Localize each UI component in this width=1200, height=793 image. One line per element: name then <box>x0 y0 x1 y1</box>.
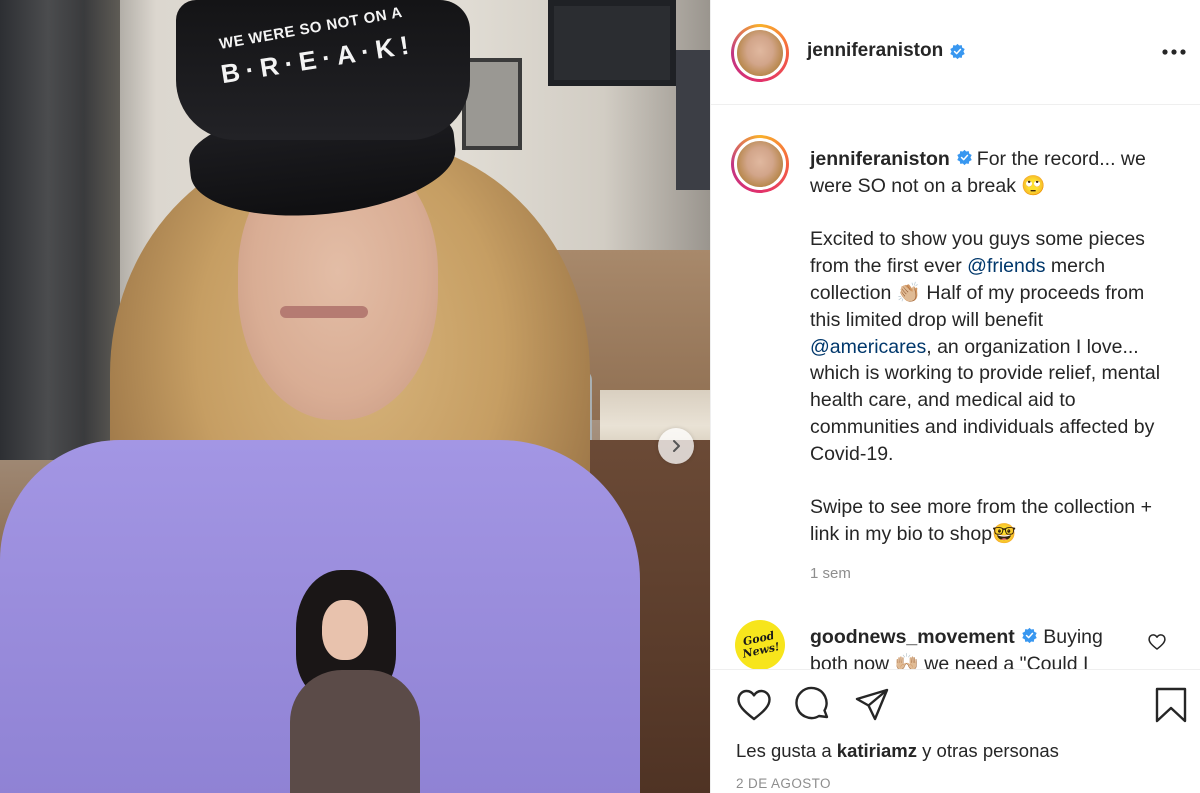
caption-paragraph: jenniferaniston For the record... we wer… <box>810 146 1170 200</box>
avatar-image <box>734 138 786 190</box>
avatar[interactable] <box>731 24 789 82</box>
photo-mouth <box>280 306 368 318</box>
caption-text: jenniferaniston For the record... we wer… <box>810 146 1170 548</box>
username-link[interactable]: jenniferaniston <box>807 40 943 62</box>
post-author: jenniferaniston <box>807 40 966 62</box>
likes-prefix: Les gusta a <box>736 740 837 761</box>
caption-paragraph: Excited to show you guys some pieces fro… <box>810 226 1170 467</box>
comment-like-heart-icon[interactable] <box>1147 632 1167 652</box>
photo-wall-frame <box>462 58 522 150</box>
post-caption: jenniferaniston For the record... we wer… <box>711 105 1200 670</box>
mention-link-americares[interactable]: @americares <box>810 336 926 358</box>
likes-username-link[interactable]: katiriamz <box>837 740 917 761</box>
comment-text: goodnews_movement Buying both now 🙌🏼 we … <box>810 624 1130 670</box>
post-actions: Les gusta a katiriamz y otras personas 2… <box>711 669 1200 793</box>
carousel-next-button[interactable] <box>658 428 694 464</box>
photo-wall-frame <box>676 50 710 190</box>
photo-wall-frame <box>548 0 676 86</box>
sweater-print <box>290 670 420 793</box>
caption-timestamp: 1 sem <box>810 565 851 582</box>
avatar[interactable] <box>731 135 789 193</box>
verified-badge-icon <box>950 43 965 59</box>
comment-bubble-icon[interactable] <box>794 686 832 724</box>
avatar-image <box>734 27 786 79</box>
photo-curtain <box>0 0 120 460</box>
verified-badge-icon <box>1022 628 1037 644</box>
comment-avatar[interactable]: Good News! <box>730 618 790 670</box>
caption-username[interactable]: jenniferaniston <box>810 148 950 170</box>
likes-summary: Les gusta a katiriamz y otras personas <box>736 740 1059 762</box>
comment-username[interactable]: goodnews_movement <box>810 626 1015 648</box>
more-options-icon[interactable] <box>1160 44 1188 60</box>
caption-paragraph: Swipe to see more from the collection + … <box>810 496 1152 546</box>
post-header: jenniferaniston <box>711 0 1200 105</box>
post-date: 2 DE AGOSTO <box>736 776 831 791</box>
mention-link-friends[interactable]: @friends <box>967 255 1045 277</box>
verified-badge-icon <box>957 150 972 166</box>
bookmark-icon[interactable] <box>1152 686 1190 724</box>
heart-icon[interactable] <box>735 686 773 724</box>
post-side-panel: jenniferaniston jenniferaniston For the … <box>710 0 1200 793</box>
post-photo: WE WERE SO NOT ON A B·R·E·A·K! <box>0 0 710 793</box>
comment-avatar-text: Good News! <box>741 628 781 661</box>
sweater-print <box>322 600 368 660</box>
likes-suffix[interactable]: y otras personas <box>917 740 1059 761</box>
comment-item: Good News! goodnews_movement Buying both… <box>711 618 1200 670</box>
paper-plane-icon[interactable] <box>853 686 891 724</box>
chevron-right-icon <box>673 440 680 452</box>
